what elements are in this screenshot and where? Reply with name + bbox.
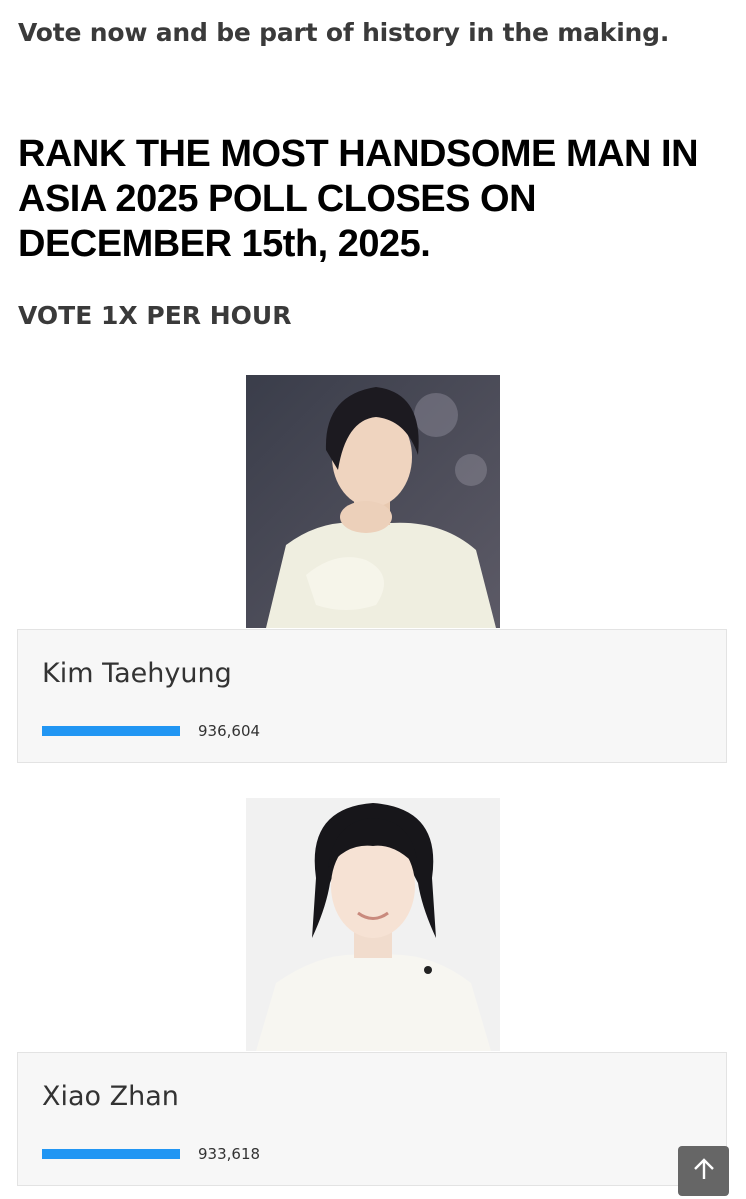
vote-progress-bar: [42, 1149, 180, 1159]
intro-text: Vote now and be part of history in the m…: [18, 18, 670, 47]
vote-progress-bar: [42, 726, 180, 736]
candidate-card[interactable]: Kim Taehyung 936,604: [17, 629, 727, 763]
vote-count: 936,604: [198, 722, 261, 740]
candidate-photo-xiao-zhan: [246, 798, 500, 1051]
vote-frequency-note: VOTE 1X PER HOUR: [18, 301, 292, 330]
candidate-name: Xiao Zhan: [42, 1081, 179, 1112]
candidate-name: Kim Taehyung: [42, 658, 232, 689]
candidate-photo-kim-taehyung: [246, 375, 500, 628]
scroll-to-top-button[interactable]: [678, 1146, 729, 1196]
vote-count: 933,618: [198, 1145, 261, 1163]
arrow-up-icon: [693, 1157, 715, 1185]
candidate-card[interactable]: Xiao Zhan 933,618: [17, 1052, 727, 1186]
poll-headline: RANK THE MOST HANDSOME MAN IN ASIA 2025 …: [18, 133, 699, 265]
